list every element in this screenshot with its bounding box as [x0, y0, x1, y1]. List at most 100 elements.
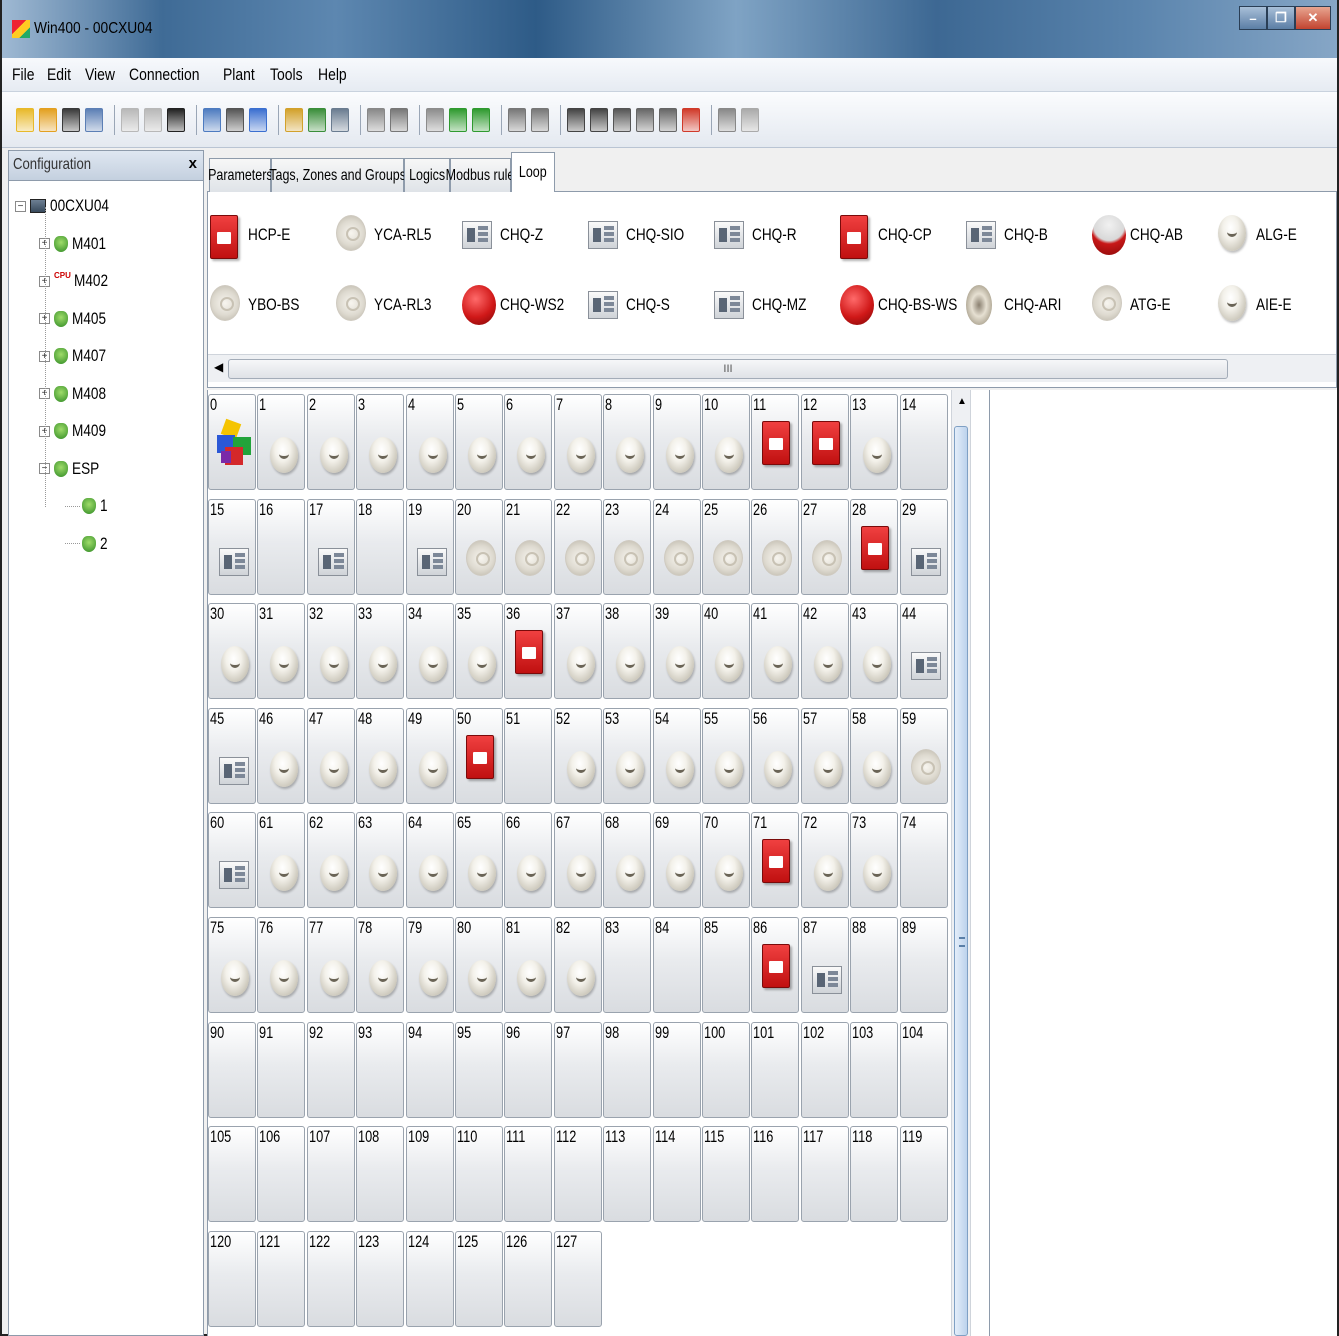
loop-address-cell[interactable]: 41	[751, 603, 800, 700]
loop-address-cell[interactable]: 36	[504, 603, 553, 700]
loop-address-cell[interactable]: 109	[405, 1126, 454, 1223]
tree-node-m405[interactable]: + M405	[39, 306, 115, 332]
loop-address-cell[interactable]: 71	[751, 812, 800, 909]
loop-address-cell[interactable]: 31	[257, 603, 306, 700]
palette-item-chq-b[interactable]: CHQ-B	[966, 210, 1059, 260]
loop-address-cell[interactable]: 111	[504, 1126, 553, 1223]
loop-address-cell[interactable]: 92	[306, 1021, 355, 1118]
loop-address-cell[interactable]: 1	[257, 394, 306, 490]
maximize-button[interactable]: ❐	[1267, 6, 1295, 30]
loop-address-cell[interactable]: 118	[850, 1126, 899, 1223]
loop-address-cell[interactable]: 88	[850, 917, 899, 1013]
loop-address-cell[interactable]: 24	[652, 498, 701, 595]
palette-item-ybo-bs[interactable]: YBO-BS	[210, 280, 312, 330]
loop-address-cell[interactable]: 124	[405, 1230, 454, 1327]
loop-address-cell[interactable]: 57	[800, 707, 849, 804]
tree-node-m408[interactable]: + M408	[39, 381, 115, 407]
loop-address-cell[interactable]: 72	[800, 812, 849, 909]
loop-address-cell[interactable]: 54	[652, 707, 701, 804]
palette-item-chq-ab[interactable]: CHQ-AB	[1092, 210, 1196, 260]
plug-icon[interactable]	[508, 107, 526, 132]
loop-address-cell[interactable]: 18	[356, 498, 405, 595]
plug2-icon[interactable]	[531, 107, 549, 132]
b1-icon[interactable]	[636, 107, 654, 132]
loop-address-cell[interactable]: 44	[899, 603, 948, 700]
palette-item-hcp-e[interactable]: HCP-E	[210, 210, 301, 260]
print-icon[interactable]	[85, 107, 103, 132]
loop-address-cell[interactable]: 20	[455, 498, 503, 595]
loop-address-cell[interactable]: 30	[208, 603, 256, 700]
loop-address-cell[interactable]: 117	[800, 1126, 849, 1223]
loop-address-cell[interactable]: 75	[208, 917, 256, 1013]
loop-address-cell[interactable]: 21	[504, 498, 553, 595]
loop-address-cell[interactable]: 37	[553, 603, 602, 700]
loop-address-cell[interactable]: 110	[455, 1126, 503, 1223]
loop-address-cell[interactable]: 42	[800, 603, 849, 700]
loop-address-cell[interactable]: 14	[899, 394, 948, 490]
loop-address-cell[interactable]: 50	[455, 707, 503, 804]
loop-address-cell[interactable]: 22	[553, 498, 602, 595]
loop-address-cell[interactable]: 70	[702, 812, 750, 909]
loop-address-cell[interactable]: 97	[553, 1021, 602, 1118]
palette-scroll-thumb[interactable]: III	[228, 359, 1228, 379]
lock-icon[interactable]	[718, 107, 736, 132]
loop-address-cell[interactable]: 74	[899, 812, 948, 909]
loop-address-cell[interactable]: 125	[455, 1230, 503, 1327]
palette-item-atg-e[interactable]: ATG-E	[1092, 280, 1181, 330]
menu-help[interactable]: Help	[318, 65, 347, 85]
loop-address-cell[interactable]: 10	[702, 394, 750, 490]
loop-address-cell[interactable]: 28	[850, 498, 899, 595]
loop-address-cell[interactable]: 121	[257, 1230, 306, 1327]
help-icon[interactable]	[741, 107, 759, 132]
loop-address-cell[interactable]: 73	[850, 812, 899, 909]
loop-address-cell[interactable]: 6	[504, 394, 553, 490]
loop-address-cell[interactable]: 127	[553, 1230, 602, 1327]
loop-address-cell[interactable]: 104	[899, 1021, 948, 1118]
configuration-panel-close-button[interactable]: x	[189, 155, 197, 172]
loop-address-cell[interactable]: 96	[504, 1021, 553, 1118]
loop-address-cell[interactable]: 120	[208, 1230, 256, 1327]
palette-item-yca-rl3[interactable]: YCA-RL3	[336, 280, 446, 330]
loop-address-cell[interactable]: 62	[306, 812, 355, 909]
loop-address-cell[interactable]: 60	[208, 812, 256, 909]
loop-address-cell[interactable]: 115	[702, 1126, 750, 1223]
loop-address-cell[interactable]: 119	[899, 1126, 948, 1223]
loop-address-cell[interactable]: 46	[257, 707, 306, 804]
menu-tools[interactable]: Tools	[270, 65, 303, 85]
scroll-left-icon[interactable]: ◀	[214, 360, 223, 374]
loop-address-cell[interactable]: 116	[751, 1126, 800, 1223]
loop-address-cell[interactable]: 51	[504, 707, 553, 804]
menu-edit[interactable]: Edit	[47, 65, 71, 85]
loop-address-cell[interactable]: 67	[553, 812, 602, 909]
loop-address-cell[interactable]: 9	[652, 394, 701, 490]
loop-address-cell[interactable]: 91	[257, 1021, 306, 1118]
loop-address-cell[interactable]: 77	[306, 917, 355, 1013]
loop-address-cell[interactable]: 94	[405, 1021, 454, 1118]
loop-address-cell[interactable]: 107	[306, 1126, 355, 1223]
loop-address-cell[interactable]: 106	[257, 1126, 306, 1223]
tree-node-m401[interactable]: + M401	[39, 231, 115, 257]
connect-icon[interactable]	[285, 107, 303, 132]
delete-icon[interactable]	[167, 107, 185, 132]
palette-item-chq-cp[interactable]: CHQ-CP	[840, 210, 945, 260]
loop-address-cell[interactable]: 80	[455, 917, 503, 1013]
close-button[interactable]: ✕	[1295, 6, 1331, 30]
loop-address-cell[interactable]: 86	[751, 917, 800, 1013]
loop-address-cell[interactable]: 29	[899, 498, 948, 595]
loop-address-cell[interactable]: 26	[751, 498, 800, 595]
loop-address-cell[interactable]: 113	[603, 1126, 652, 1223]
sync-icon[interactable]	[390, 107, 408, 132]
tree-node-2[interactable]: 2	[65, 531, 109, 557]
loop-address-cell[interactable]: 82	[553, 917, 602, 1013]
loop-address-cell[interactable]: 83	[603, 917, 652, 1013]
loop-address-cell[interactable]: 23	[603, 498, 652, 595]
loop-address-cell[interactable]: 40	[702, 603, 750, 700]
loop-address-cell[interactable]: 43	[850, 603, 899, 700]
menu-file[interactable]: File	[12, 65, 34, 85]
loop-address-cell[interactable]: 103	[850, 1021, 899, 1118]
loop-scroll-thumb[interactable]	[954, 426, 968, 1336]
loop-address-cell[interactable]: 3	[356, 394, 405, 490]
loop-address-cell[interactable]: 64	[405, 812, 454, 909]
loop-address-cell[interactable]: 27	[800, 498, 849, 595]
flag-icon[interactable]	[682, 107, 700, 132]
